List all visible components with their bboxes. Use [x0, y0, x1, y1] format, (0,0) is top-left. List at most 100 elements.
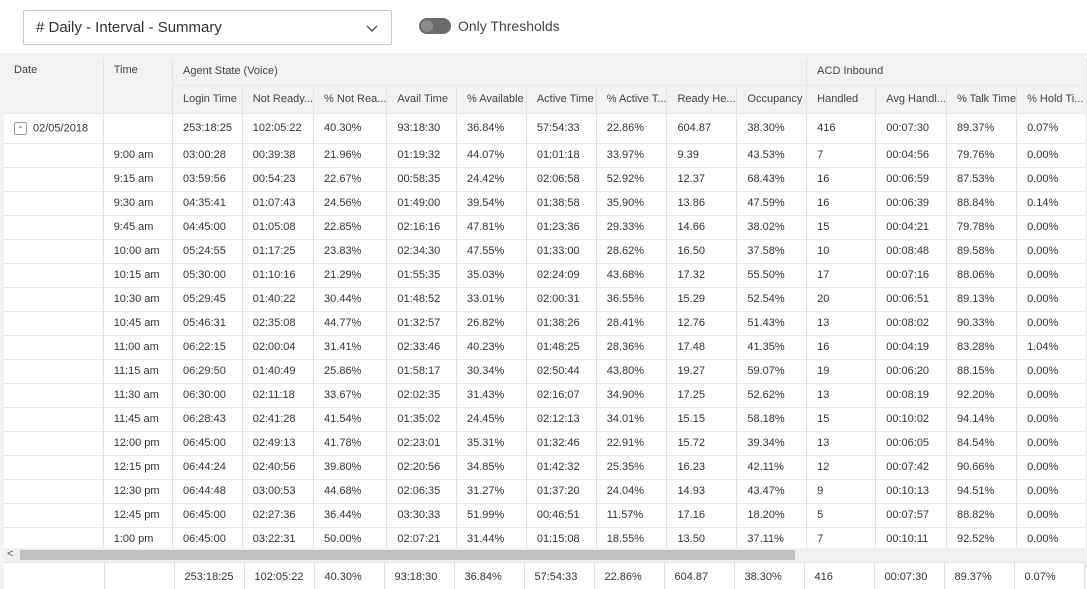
table-row[interactable]: 12:15 pm 06:44:24 02:40:56 39.80% 02:20:56 34…	[4, 455, 1087, 480]
scrollbar-thumb[interactable]	[20, 550, 795, 560]
table-cell: 93:18:30	[386, 113, 457, 144]
column-header[interactable]: Occupancy	[736, 85, 808, 114]
column-header[interactable]: % Available	[456, 85, 527, 114]
table-row[interactable]: 9:00 am 03:00:28 00:39:38 21.96% 01:19:32 44.…	[4, 143, 1087, 168]
table-cell: 11.57%	[596, 503, 668, 528]
table-cell: 43.53%	[736, 143, 808, 168]
table-row[interactable]: 10:00 am 05:24:55 01:17:25 23.83% 02:34:30 47…	[4, 239, 1087, 264]
time-cell: 9:00 am	[103, 143, 174, 168]
table-cell: 02:23:01	[386, 431, 457, 456]
table-row[interactable]: 9:15 am 03:59:56 00:54:23 22.67% 00:58:35 24.…	[4, 167, 1087, 192]
date-cell	[4, 311, 104, 336]
table-cell: 14.66	[666, 215, 738, 240]
totals-cell: 36.84%	[454, 562, 525, 589]
column-header[interactable]: Avail Time	[386, 85, 457, 114]
time-cell: 11:15 am	[103, 359, 174, 384]
time-cell: 11:45 am	[103, 407, 174, 432]
column-header[interactable]: Login Time	[172, 85, 243, 114]
column-header[interactable]: Avg Handl...	[875, 85, 947, 114]
table-cell: 92.20%	[946, 383, 1018, 408]
table-cell: 88.82%	[946, 503, 1018, 528]
column-header[interactable]: Not Ready...	[242, 85, 315, 114]
table-cell: 02:06:35	[386, 479, 457, 504]
table-cell: 06:45:00	[172, 431, 243, 456]
table-row[interactable]: 11:45 am 06:28:43 02:41:28 41.54% 01:35:02 24…	[4, 407, 1087, 432]
table-row[interactable]: 9:45 am 04:45:00 01:05:08 22.85% 02:16:16 47.…	[4, 215, 1087, 240]
date-group-row[interactable]: -02/05/2018 253:18:25 102:05:22 40.30% 93:18…	[4, 113, 1087, 144]
table-cell: 05:46:31	[172, 311, 243, 336]
table-cell: 102:05:22	[242, 113, 315, 144]
table-row[interactable]: 11:30 am 06:30:00 02:11:18 33.67% 02:02:35 31…	[4, 383, 1087, 408]
table-cell: 01:58:17	[386, 359, 457, 384]
totals-cell: 57:54:33	[524, 562, 595, 589]
header-acd-inbound: ACD Inbound	[806, 58, 1087, 86]
table-cell: 02:50:44	[526, 359, 597, 384]
table-cell: 02:49:13	[242, 431, 315, 456]
chevron-down-icon	[366, 25, 378, 33]
table-row[interactable]: 11:15 am 06:29:50 01:40:49 25.86% 01:58:17 30…	[4, 359, 1087, 384]
table-cell: 04:35:41	[172, 191, 243, 216]
table-cell: 40.23%	[456, 335, 527, 360]
totals-cell: 00:07:30	[874, 562, 945, 589]
table-cell: 12.76	[666, 311, 738, 336]
column-header[interactable]: % Hold Ti...	[1016, 85, 1087, 114]
table-cell: 36.84%	[456, 113, 527, 144]
report-select[interactable]: # Daily - Interval - Summary	[23, 10, 392, 45]
table-cell: 03:00:28	[172, 143, 243, 168]
totals-empty-cell	[104, 562, 175, 589]
table-row[interactable]: 10:30 am 05:29:45 01:40:22 30.44% 01:48:52 33…	[4, 287, 1087, 312]
header-time[interactable]: Time	[103, 58, 174, 114]
table-cell: 01:07:43	[242, 191, 315, 216]
column-header[interactable]: Handled	[806, 85, 877, 114]
table-cell: 31.43%	[456, 383, 527, 408]
date-cell	[4, 383, 104, 408]
table-cell: 25.35%	[596, 455, 668, 480]
table-cell: 94.14%	[946, 407, 1018, 432]
column-header[interactable]: % Talk Time	[946, 85, 1018, 114]
table-row[interactable]: 12:30 pm 06:44:48 03:00:53 44.68% 02:06:35 31…	[4, 479, 1087, 504]
column-header[interactable]: Active Time	[526, 85, 597, 114]
table-cell: 15.72	[666, 431, 738, 456]
table-cell: 06:28:43	[172, 407, 243, 432]
table-cell: 02:06:58	[526, 167, 597, 192]
table-cell: 52.92%	[596, 167, 668, 192]
table-row[interactable]: 10:15 am 05:30:00 01:10:16 21.29% 01:55:35 35…	[4, 263, 1087, 288]
table-cell: 41.54%	[313, 407, 388, 432]
chevron-left-icon[interactable]: <	[7, 548, 13, 560]
table-cell: 22.91%	[596, 431, 668, 456]
table-cell: 38.02%	[736, 215, 808, 240]
table-cell: 13	[806, 311, 877, 336]
column-header[interactable]: % Not Rea...	[313, 85, 388, 114]
table-cell: 42.11%	[736, 455, 808, 480]
only-thresholds-toggle[interactable]	[419, 18, 451, 34]
table-cell: 47.81%	[456, 215, 527, 240]
table-cell: 14.93	[666, 479, 738, 504]
horizontal-scrollbar[interactable]: <	[4, 548, 1087, 562]
table-cell: 01:10:16	[242, 263, 315, 288]
table-cell: 30.34%	[456, 359, 527, 384]
table-row[interactable]: 11:00 am 06:22:15 02:00:04 31.41% 02:33:46 40…	[4, 335, 1087, 360]
table-row[interactable]: 12:00 pm 06:45:00 02:49:13 41.78% 02:23:01 35…	[4, 431, 1087, 456]
table-cell: 00:46:51	[526, 503, 597, 528]
table-cell: 33.01%	[456, 287, 527, 312]
table-row[interactable]: 12:45 pm 06:45:00 02:27:36 36.44% 03:30:33 51…	[4, 503, 1087, 528]
column-header[interactable]: Ready He...	[666, 85, 738, 114]
header-date[interactable]: Date	[4, 58, 104, 114]
table-cell: 03:30:33	[386, 503, 457, 528]
date-cell: -02/05/2018	[4, 113, 104, 144]
table-cell: 02:34:30	[386, 239, 457, 264]
table-cell: 06:30:00	[172, 383, 243, 408]
table-cell: 00:04:21	[875, 215, 947, 240]
collapse-icon[interactable]: -	[14, 121, 27, 135]
table-cell: 90.66%	[946, 455, 1018, 480]
table-row[interactable]: 9:30 am 04:35:41 01:07:43 24.56% 01:49:00 39.…	[4, 191, 1087, 216]
table-cell: 01:33:00	[526, 239, 597, 264]
column-header[interactable]: % Active T...	[596, 85, 668, 114]
table-cell: 05:30:00	[172, 263, 243, 288]
table-cell: 31.41%	[313, 335, 388, 360]
table-cell: 55.50%	[736, 263, 808, 288]
table-row[interactable]: 10:45 am 05:46:31 02:35:08 44.77% 01:32:57 26…	[4, 311, 1087, 336]
table-cell: 02:00:04	[242, 335, 315, 360]
table-cell: 02:41:28	[242, 407, 315, 432]
date-cell	[4, 479, 104, 504]
